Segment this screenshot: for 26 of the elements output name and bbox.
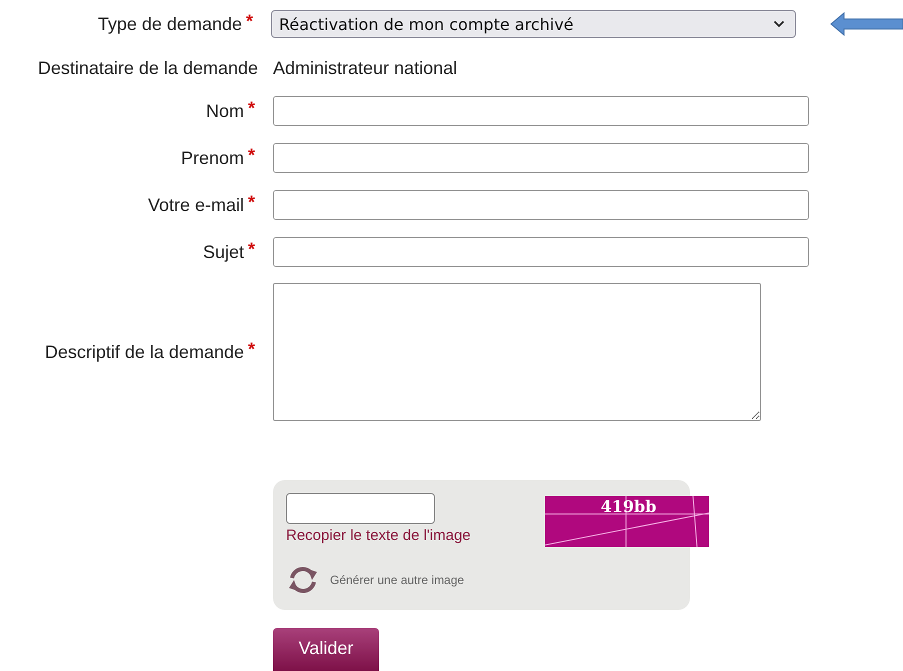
required-mark: * <box>248 338 255 360</box>
field-label: Descriptif de la demande <box>44 342 244 362</box>
field-label: Nom <box>206 100 244 122</box>
field-label: Destinataire de la demande <box>38 58 258 78</box>
required-mark: * <box>248 238 255 260</box>
required-mark: * <box>248 144 255 166</box>
request-type-dropdown[interactable]: Réactivation de mon compte archivé <box>271 10 796 38</box>
required-mark: * <box>248 192 255 212</box>
regenerate-link[interactable]: Générer une autre image <box>330 573 464 587</box>
field-label: Votre e-mail <box>148 194 244 216</box>
refresh-icon[interactable] <box>286 565 320 595</box>
description-field[interactable] <box>273 283 761 421</box>
recipient-value: Administrateur national <box>273 58 458 78</box>
captcha-label: Recopier le texte de l'image <box>286 527 471 544</box>
captcha-field[interactable] <box>286 493 435 524</box>
required-mark: * <box>246 10 253 32</box>
required-mark: * <box>248 98 255 118</box>
input-field[interactable] <box>273 96 809 126</box>
submit-button[interactable]: Valider <box>273 628 379 671</box>
field-label: Prenom <box>180 148 244 168</box>
field-label: Sujet <box>202 242 244 262</box>
input-field[interactable] <box>273 190 809 220</box>
chevron-icon <box>773 20 785 28</box>
input-field[interactable] <box>273 237 809 267</box>
input-field[interactable] <box>273 143 809 173</box>
field-label: Type de demande <box>98 14 242 34</box>
